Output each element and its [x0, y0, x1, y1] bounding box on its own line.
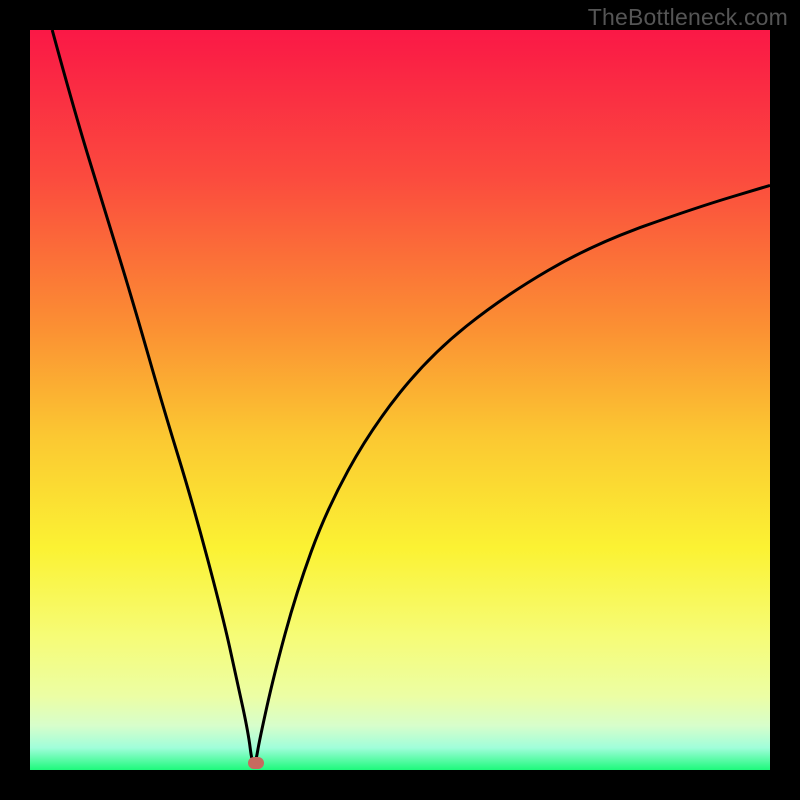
- minimum-marker: [248, 757, 264, 769]
- bottleneck-curve: [52, 30, 770, 763]
- watermark-text: TheBottleneck.com: [588, 4, 788, 31]
- plot-area: [30, 30, 770, 770]
- chart-frame: TheBottleneck.com: [0, 0, 800, 800]
- curve-layer: [30, 30, 770, 770]
